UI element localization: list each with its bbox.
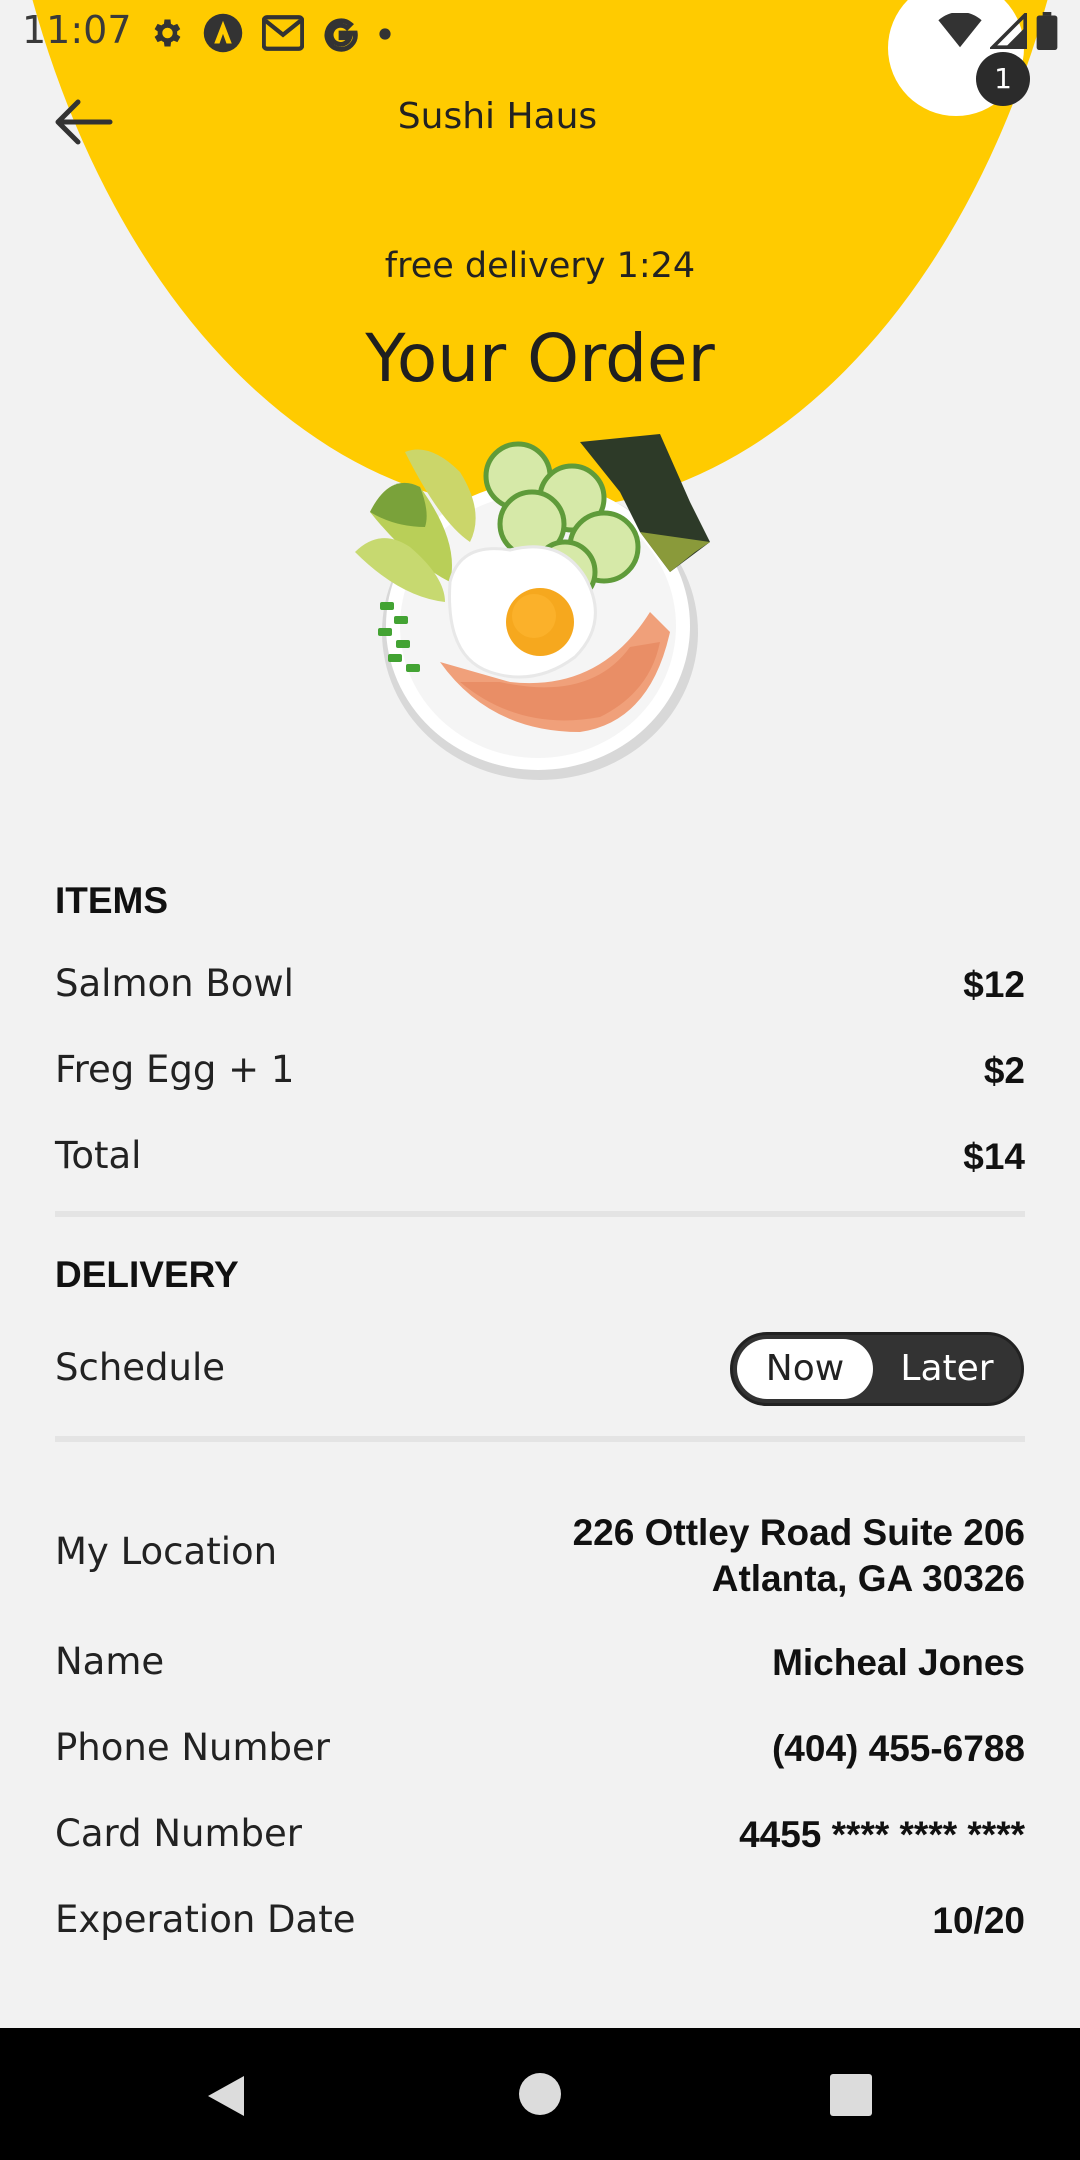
status-icons-right: [938, 10, 1058, 54]
card-label: Card Number: [55, 1812, 302, 1855]
name-label: Name: [55, 1640, 165, 1683]
items-divider: [55, 1211, 1025, 1217]
location-line1: 226 Ottley Road Suite 206: [572, 1512, 1025, 1553]
salmon-bowl-image: [350, 432, 730, 782]
delivery-info: free delivery 1:24: [384, 246, 696, 286]
schedule-label: Schedule: [55, 1346, 226, 1389]
signal-icon: [988, 10, 1028, 53]
total-price: $14: [963, 1136, 1025, 1177]
location-line2: Atlanta, GA 30326: [711, 1558, 1025, 1599]
status-icons-left: [148, 12, 392, 58]
schedule-later-option[interactable]: Later: [877, 1339, 1017, 1399]
location-value: 226 Ottley Road Suite 206 Atlanta, GA 30…: [573, 1510, 1025, 1602]
status-bar: 11:07: [0, 0, 1080, 66]
item-label: Freg Egg + 1: [55, 1048, 295, 1091]
delivery-heading: DELIVERY: [55, 1254, 239, 1295]
item-label: Salmon Bowl: [55, 962, 294, 1005]
card-value: 4455 **** **** ****: [739, 1814, 1025, 1855]
battery-icon: [1036, 12, 1058, 54]
google-icon: [322, 14, 360, 56]
schedule-toggle[interactable]: Now Later: [730, 1332, 1024, 1406]
system-nav-bar: [0, 2028, 1080, 2160]
a-logo-icon: [202, 12, 244, 58]
dot-icon: [378, 26, 392, 45]
nav-home-icon[interactable]: [518, 2072, 562, 2120]
expiration-label: Experation Date: [55, 1898, 356, 1941]
status-time: 11:07: [22, 8, 132, 52]
wifi-icon: [938, 11, 982, 53]
delivery-divider: [55, 1436, 1025, 1442]
gmail-icon: [261, 15, 305, 55]
app-bar: Sushi Haus: [0, 76, 1080, 172]
item-price: $2: [983, 1050, 1025, 1091]
total-label: Total: [55, 1134, 142, 1177]
nav-back-icon[interactable]: [204, 2072, 248, 2124]
phone-label: Phone Number: [55, 1726, 331, 1769]
gear-icon: [148, 15, 184, 55]
items-heading: ITEMS: [55, 880, 169, 921]
location-label: My Location: [55, 1530, 278, 1573]
phone-value: (404) 455-6788: [771, 1728, 1025, 1769]
nav-recents-icon[interactable]: [830, 2074, 872, 2120]
expiration-value: 10/20: [932, 1900, 1025, 1941]
name-value: Micheal Jones: [772, 1642, 1025, 1683]
page-title: Your Order: [365, 320, 715, 397]
schedule-now-option[interactable]: Now: [737, 1339, 873, 1399]
item-price: $12: [963, 964, 1025, 1005]
restaurant-title: Sushi Haus: [397, 96, 598, 137]
